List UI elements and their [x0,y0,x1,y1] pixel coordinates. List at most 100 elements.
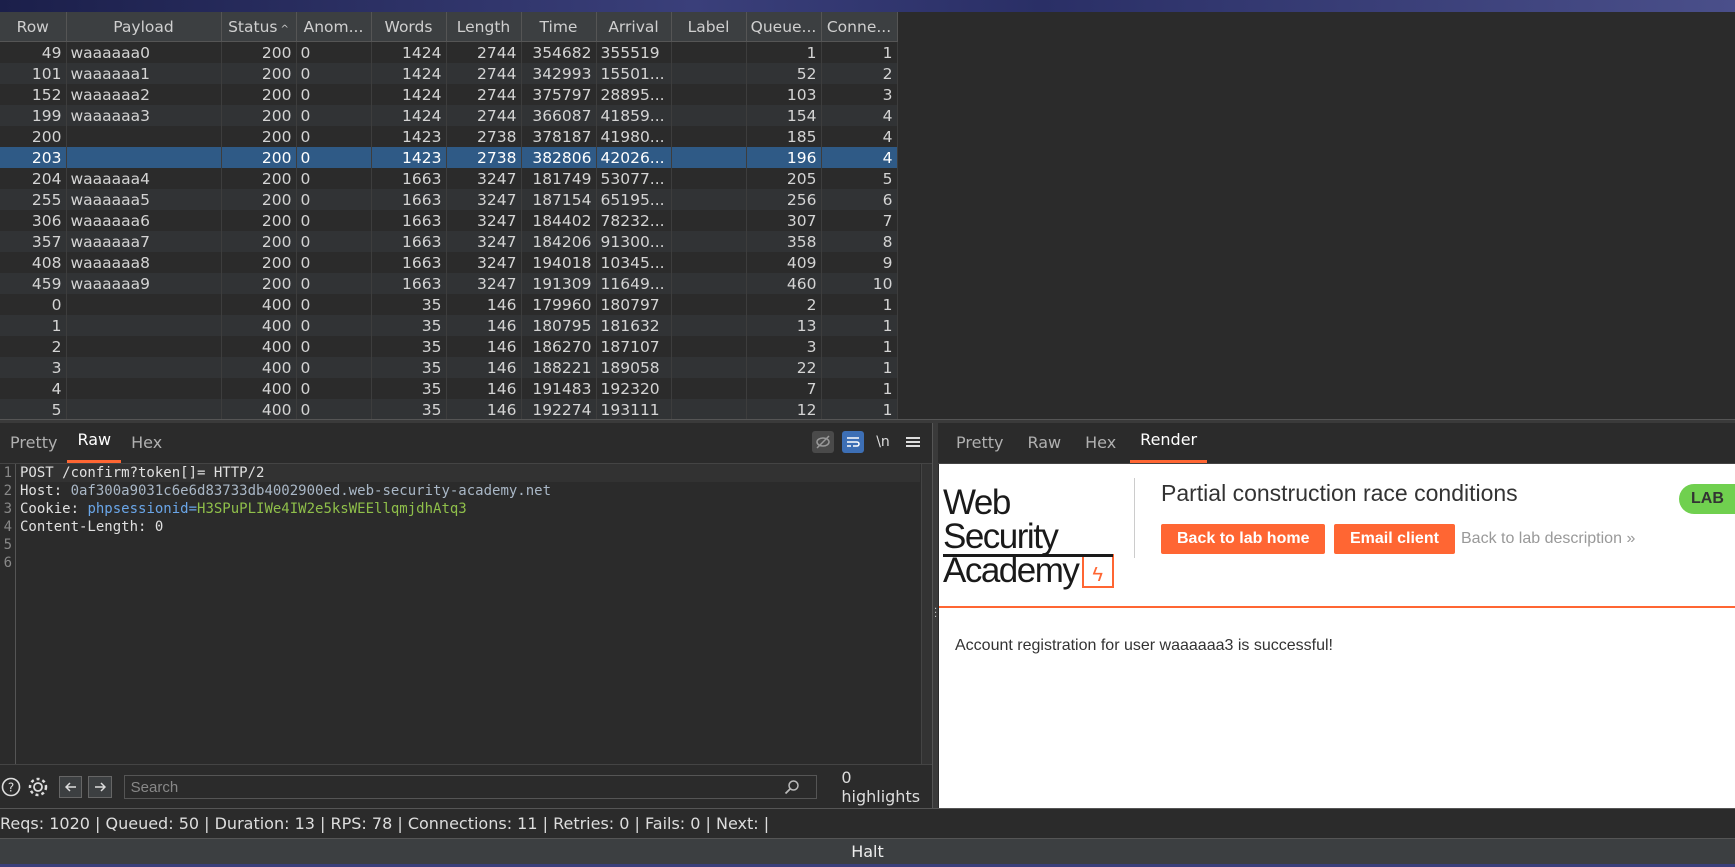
cell-row: 204 [0,168,67,189]
column-header-anomaly[interactable]: Anom... [296,12,372,42]
column-header-words[interactable]: Words [371,12,447,42]
column-header-arrival[interactable]: Arrival [596,12,672,42]
cell-queue: 307 [746,210,822,231]
cell-queue: 7 [746,378,822,399]
table-row[interactable]: 5 400 0 35 146 192274 193111 12 1 [0,399,898,419]
table-row[interactable]: 152 waaaaaa2 200 0 1424 2744 375797 28895... 103… [0,84,898,105]
pane-resize-grip[interactable] [928,6,942,40]
table-row[interactable]: 101 waaaaaa1 200 0 1424 2744 342993 15501... 52 2 [0,63,898,84]
column-header-connection[interactable]: Conne... [821,12,898,42]
cell-payload [66,357,222,378]
eye-slash-icon[interactable] [812,431,834,453]
logo-underline [943,554,1113,557]
halt-button[interactable]: Halt [0,838,1735,865]
column-header-payload[interactable]: Payload [66,12,222,42]
search-input[interactable] [123,775,818,799]
response-tab-pretty[interactable]: Pretty [946,425,1013,463]
cell-arrival: 15501... [596,63,672,84]
response-pane: Pretty Raw Hex Render Web Security Acade… [938,423,1735,808]
cell-length: 146 [446,378,522,399]
request-tab-raw[interactable]: Raw [67,422,122,463]
table-row[interactable]: 357 waaaaaa7 200 0 1663 3247 184206 91300... 358… [0,231,898,252]
request-editor[interactable]: 1 2 3 4 5 6 POST /confirm?token[]= HTTP/… [0,464,932,764]
next-match-button[interactable] [88,776,112,798]
cell-queue: 1 [746,41,822,63]
column-header-length[interactable]: Length [446,12,522,42]
table-row[interactable]: 204 waaaaaa4 200 0 1663 3247 181749 53077... 205… [0,168,898,189]
help-icon[interactable]: ? [0,776,21,798]
cell-length: 2744 [446,41,522,63]
previous-match-button[interactable] [59,776,83,798]
table-row[interactable]: 408 waaaaaa8 200 0 1663 3247 194018 10345... 409… [0,252,898,273]
cell-conn: 7 [821,210,898,231]
table-row[interactable]: 0 400 0 35 146 179960 180797 2 1 [0,294,898,315]
response-tab-render[interactable]: Render [1130,422,1208,463]
table-row[interactable]: 200 200 0 1423 2738 378187 41980... 185 4 [0,126,898,147]
cell-anom: 0 [296,231,372,252]
table-row[interactable]: 203 200 0 1423 2738 382806 42026... 196 4 [0,147,898,168]
cell-payload [66,336,222,357]
column-header-queue[interactable]: Queue... [746,12,822,42]
cell-arrival: 78232... [596,210,672,231]
wrap-icon[interactable] [842,431,864,453]
cell-time: 342993 [521,63,597,84]
request-tab-pretty[interactable]: Pretty [0,425,67,463]
table-row[interactable]: 255 waaaaaa5 200 0 1663 3247 187154 65195... 256… [0,189,898,210]
table-row[interactable]: 306 waaaaaa6 200 0 1663 3247 184402 78232... 307… [0,210,898,231]
cell-status: 200 [221,231,297,252]
table-row[interactable]: 1 400 0 35 146 180795 181632 13 1 [0,315,898,336]
request-tab-hex[interactable]: Hex [121,425,172,463]
gear-icon[interactable] [27,776,49,798]
hamburger-icon[interactable] [902,431,924,453]
cell-arrival: 28895... [596,84,672,105]
back-to-lab-description-link[interactable]: Back to lab description » [1461,530,1635,548]
cell-payload: waaaaaa8 [66,252,222,273]
cell-row: 49 [0,41,67,63]
table-row[interactable]: 2 400 0 35 146 186270 187107 3 1 [0,336,898,357]
table-row[interactable]: 4 400 0 35 146 191483 192320 7 1 [0,378,898,399]
column-header-time[interactable]: Time [521,12,597,42]
cell-row: 4 [0,378,67,399]
cell-label [671,147,747,168]
response-tab-hex[interactable]: Hex [1075,425,1126,463]
cell-words: 1663 [371,252,447,273]
cell-length: 2738 [446,147,522,168]
cell-payload: waaaaaa2 [66,84,222,105]
cell-time: 184402 [521,210,597,231]
line-number: 6 [3,555,12,571]
cell-row: 5 [0,399,67,419]
cell-row: 2 [0,336,67,357]
table-row[interactable]: 3 400 0 35 146 188221 189058 22 1 [0,357,898,378]
table-row[interactable]: 459 waaaaaa9 200 0 1663 3247 191309 11649... 460… [0,273,898,294]
cell-time: 194018 [521,252,597,273]
request-code: POST /confirm?token[]= HTTP/2 Host: 0af3… [20,464,920,572]
table-row[interactable]: 199 waaaaaa3 200 0 1424 2744 366087 41859... 154… [0,105,898,126]
cell-payload: waaaaaa7 [66,231,222,252]
cell-length: 2744 [446,63,522,84]
cell-row: 3 [0,357,67,378]
column-header-status[interactable]: Status ^ [221,12,297,42]
cell-time: 180795 [521,315,597,336]
cell-label [671,210,747,231]
cell-anom: 0 [296,105,372,126]
search-bar: ? 0 highlights [0,764,932,809]
cell-anom: 0 [296,84,372,105]
email-client-button[interactable]: Email client [1334,524,1455,554]
response-tab-raw[interactable]: Raw [1017,425,1071,463]
newline-toggle-button[interactable]: \n [872,431,894,453]
column-header-row[interactable]: Row [0,12,67,42]
table-row[interactable]: 49 waaaaaa0 200 0 1424 2744 354682 355519 1 1 [0,41,898,63]
vertical-split-grip[interactable]: · · · [934,605,937,623]
cell-length: 146 [446,336,522,357]
editor-scrollbar[interactable] [921,464,932,764]
cell-words: 1423 [371,126,447,147]
cell-length: 2744 [446,105,522,126]
column-header-label[interactable]: Label [671,12,747,42]
cell-conn: 6 [821,189,898,210]
cell-label [671,168,747,189]
back-to-lab-home-button[interactable]: Back to lab home [1161,524,1326,554]
header-value: 0af300a9031c6e6d83733db4002900ed.web-sec… [70,483,552,499]
cell-label [671,357,747,378]
cell-queue: 13 [746,315,822,336]
web-security-academy-logo[interactable]: Web Security Academy ϟ [943,485,1123,588]
